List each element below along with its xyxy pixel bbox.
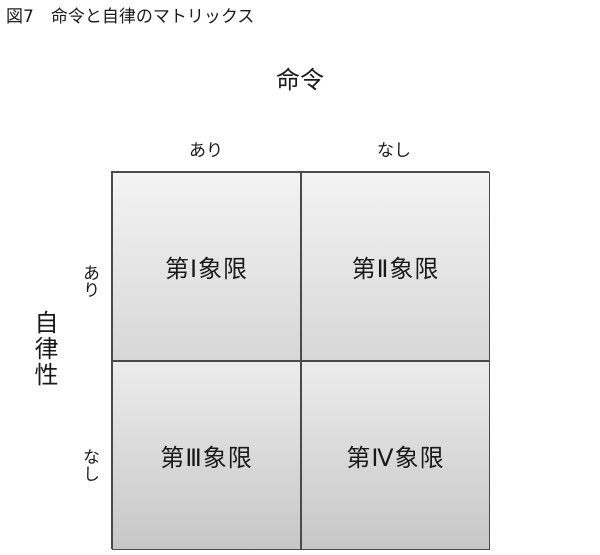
matrix-grid: 第Ⅰ象限 第Ⅱ象限 第Ⅲ象限 第Ⅳ象限 (111, 171, 490, 550)
column-axis-title: 命令 (276, 66, 324, 94)
column-header-no: なし (377, 141, 411, 161)
figure-title: 図7 命令と自律のマトリックス (6, 7, 255, 27)
row-header-yes: あり (79, 264, 99, 298)
quadrant-3: 第Ⅲ象限 (112, 361, 301, 550)
column-header-yes: あり (189, 141, 223, 161)
quadrant-1: 第Ⅰ象限 (112, 172, 301, 361)
row-header-no: なし (79, 448, 99, 482)
quadrant-4: 第Ⅳ象限 (301, 361, 490, 550)
quadrant-2: 第Ⅱ象限 (301, 172, 490, 361)
row-axis-title: 自律性 (30, 310, 58, 388)
